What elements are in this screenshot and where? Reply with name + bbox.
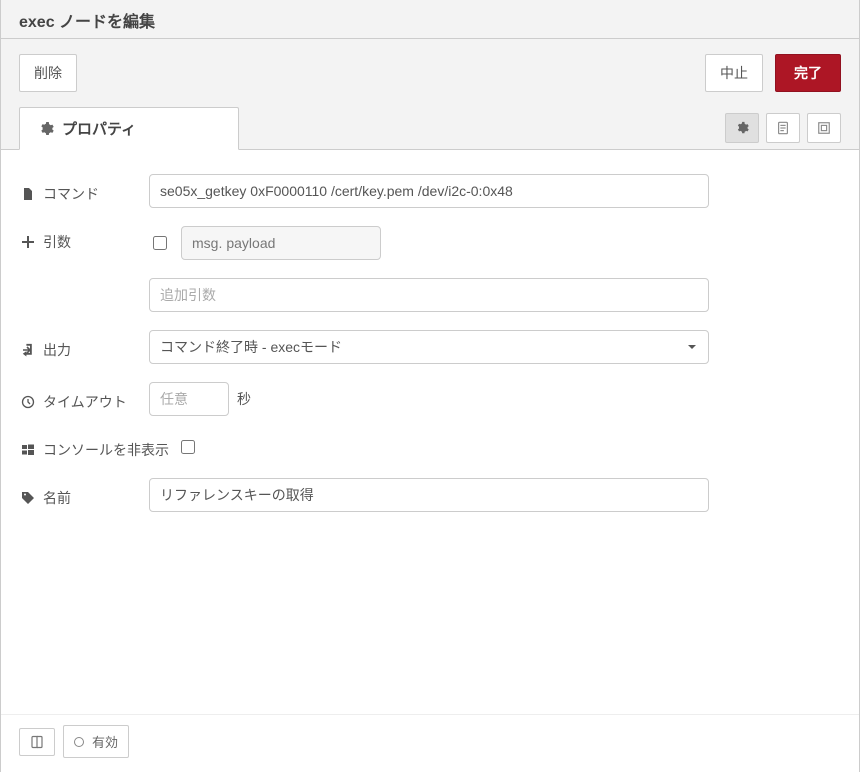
row-args: 引数 msg. payload xyxy=(19,226,841,260)
action-button-row: 削除 中止 完了 xyxy=(1,39,859,107)
enabled-toggle[interactable]: 有効 xyxy=(63,725,129,758)
gear-icon xyxy=(735,121,749,135)
book-icon xyxy=(30,735,44,749)
label-output: 出力 xyxy=(19,334,149,360)
append-msg-checkbox[interactable] xyxy=(153,236,167,250)
gear-icon xyxy=(38,121,54,137)
enabled-label: 有効 xyxy=(92,732,118,751)
arrow-out-icon xyxy=(19,343,37,357)
label-hide-console: コンソールを非表示 xyxy=(19,434,169,460)
appearance-view-button[interactable] xyxy=(807,113,841,143)
footer-bar: 有効 xyxy=(1,714,859,772)
timeout-input[interactable] xyxy=(149,382,229,416)
circle-icon xyxy=(74,737,84,747)
file-icon xyxy=(19,187,37,201)
document-icon xyxy=(776,121,790,135)
tab-properties[interactable]: プロパティ xyxy=(19,107,239,150)
label-command: コマンド xyxy=(19,178,149,204)
label-timeout: タイムアウト xyxy=(19,386,149,412)
panel-title: exec ノードを編集 xyxy=(1,0,859,39)
extra-args-input[interactable] xyxy=(149,278,709,312)
properties-view-button[interactable] xyxy=(725,113,759,143)
appearance-icon xyxy=(817,121,831,135)
description-view-button[interactable] xyxy=(766,113,800,143)
row-name: 名前 xyxy=(19,478,841,512)
windows-icon xyxy=(19,443,37,457)
output-mode-select[interactable]: コマンド終了時 - execモード xyxy=(149,330,709,364)
msg-prefix-text: msg. xyxy=(192,235,222,251)
edit-node-panel: exec ノードを編集 削除 中止 完了 プロパティ xyxy=(0,0,860,772)
row-hide-console: コンソールを非表示 xyxy=(19,434,841,460)
label-args: 引数 xyxy=(19,226,149,252)
plus-icon xyxy=(19,235,37,249)
row-extra-args xyxy=(19,278,841,312)
docs-button[interactable] xyxy=(19,728,55,756)
name-input[interactable] xyxy=(149,478,709,512)
tabs-row: プロパティ xyxy=(1,107,859,150)
tag-icon xyxy=(19,491,37,505)
label-name: 名前 xyxy=(19,482,149,508)
cancel-button[interactable]: 中止 xyxy=(705,54,763,92)
command-input[interactable] xyxy=(149,174,709,208)
row-command: コマンド xyxy=(19,174,841,208)
hide-console-checkbox[interactable] xyxy=(181,440,195,454)
tab-properties-label: プロパティ xyxy=(62,118,136,139)
clock-icon xyxy=(19,395,37,409)
msg-field-text: payload xyxy=(226,235,275,251)
row-output: 出力 コマンド終了時 - execモード xyxy=(19,330,841,364)
done-button[interactable]: 完了 xyxy=(775,54,841,92)
row-timeout: タイムアウト 秒 xyxy=(19,382,841,416)
form-area: コマンド 引数 msg. payload xyxy=(1,150,859,714)
msg-payload-field[interactable]: msg. payload xyxy=(181,226,381,260)
timeout-unit: 秒 xyxy=(237,389,251,409)
delete-button[interactable]: 削除 xyxy=(19,54,77,92)
